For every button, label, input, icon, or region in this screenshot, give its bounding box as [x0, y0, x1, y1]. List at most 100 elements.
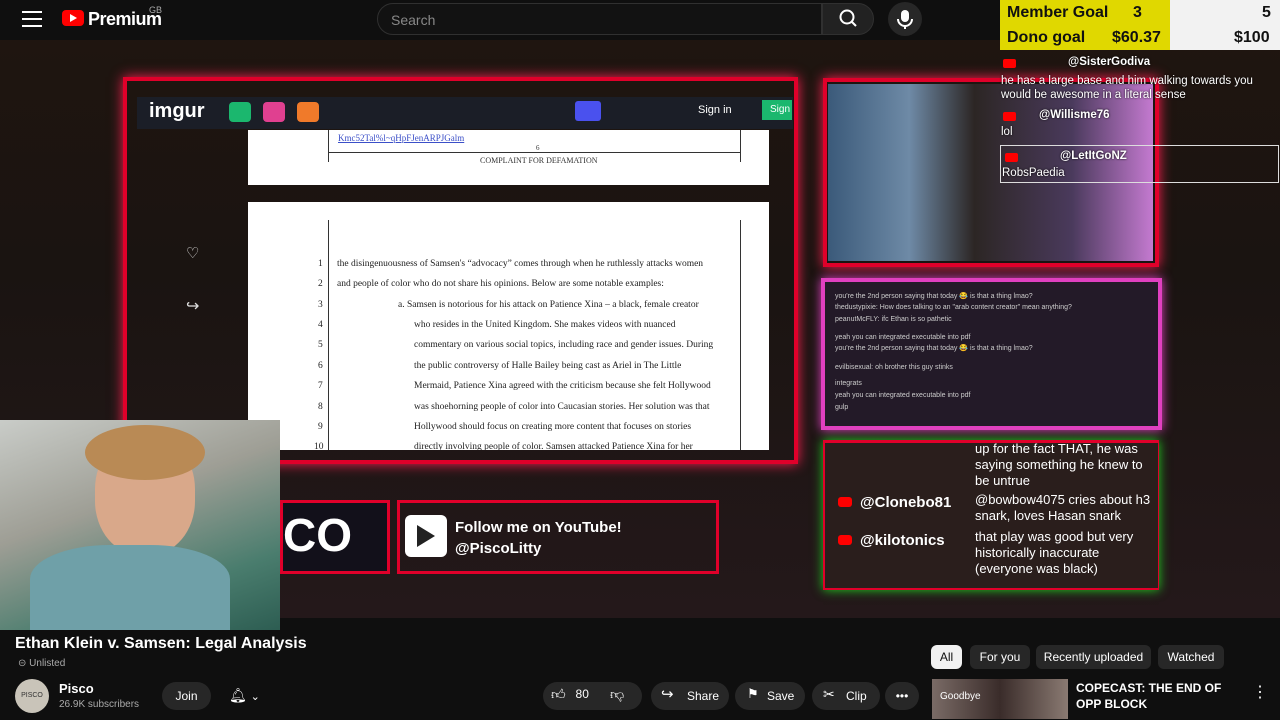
search-placeholder: Search [391, 12, 436, 28]
member-goal-current: 3 [1133, 4, 1142, 21]
clip-button[interactable]: ✂ Clip [812, 682, 880, 710]
chip-all[interactable]: All [931, 645, 962, 669]
chat-user: @kilotonics [860, 532, 945, 549]
imgur-sign-in: Sign in [698, 104, 732, 116]
document-line: a. Samsen is notorious for his attack on… [398, 300, 699, 310]
chat-line: yeah you can integrated executable into … [835, 334, 971, 341]
document-line: who resides in the United Kingdom. She m… [414, 320, 676, 330]
youtube-logo-icon [405, 515, 447, 557]
chip-recently-uploaded[interactable]: Recently uploaded [1036, 645, 1151, 669]
like-button[interactable]: 👍︎ 80 [551, 686, 589, 703]
line-number: 8 [318, 402, 323, 412]
thumb-up-icon: 👍︎ [551, 686, 566, 702]
chip-watched[interactable]: Watched [1158, 645, 1224, 669]
line-number: 4 [318, 320, 323, 330]
dislike-button[interactable]: 👎︎ [610, 686, 624, 703]
subscriber-count: 26.9K subscribers [59, 699, 140, 710]
country-code: GB [149, 5, 163, 15]
microphone-icon [897, 10, 913, 29]
chat-message: that play was good but very historically… [975, 529, 1134, 576]
share-icon: ↪ [661, 686, 674, 703]
more-icon: ••• [895, 689, 909, 703]
youtube-logo-icon[interactable] [62, 10, 84, 26]
document-line: Mermaid, Patience Xina agreed with the c… [414, 381, 711, 391]
join-button[interactable]: Join [162, 682, 211, 710]
overlay-chat-user: @LetItGoNZ [1060, 150, 1127, 162]
document-line: and people of color who do not share his… [337, 279, 664, 289]
overlay-chat-message: he has a large base and him walking towa… [1001, 75, 1253, 101]
goal-remaining: 5 $100 [1170, 0, 1280, 50]
recommended-thumbnail[interactable]: Goodbye [932, 679, 1068, 719]
line-number: 5 [318, 340, 323, 350]
menu-icon[interactable] [22, 11, 42, 27]
chat-line: you're the 2nd person saying that today … [835, 293, 1033, 300]
chat-line: gulp [835, 404, 849, 411]
save-button[interactable]: ⚑ Save [735, 682, 805, 710]
bookmark-icon: ⚑ [747, 686, 759, 701]
more-button[interactable]: ••• [885, 682, 919, 710]
chat-line: peanutMcFLY: ifc Ethan is so pathetic [835, 316, 952, 323]
line-number: 7 [318, 381, 323, 391]
clip-label: Clip [846, 689, 867, 703]
overlay-chat-message: lol [1001, 126, 1013, 138]
heart-icon: ♡ [186, 245, 200, 262]
dono-goal-current: $60.37 [1112, 29, 1161, 46]
imgur-sign-up: Sign [762, 100, 792, 120]
line-number: 3 [318, 300, 323, 310]
avatar[interactable]: PISCO [15, 679, 49, 713]
game-icon [297, 102, 319, 122]
chat-line: evilbisexual: oh brother this guy stinks [835, 364, 953, 371]
youtube-icon [1003, 59, 1016, 68]
chat-line: you're the 2nd person saying that today … [835, 345, 1033, 352]
recommended-title[interactable]: COPECAST: THE END OF OPP BLOCK [1076, 680, 1246, 712]
line-number: 1 [318, 259, 323, 269]
member-goal-target: 5 [1262, 4, 1271, 21]
facecam [0, 420, 280, 630]
share-arrow-icon: ↪ [186, 298, 200, 315]
chip-for-you[interactable]: For you [970, 645, 1030, 669]
line-number: 6 [318, 361, 323, 371]
visibility-badge: ⊝ Unlisted [18, 658, 66, 669]
document-page-number: 6 [536, 144, 540, 152]
dono-goal-target: $100 [1234, 29, 1270, 46]
chevron-down-icon: ⌄ [250, 691, 260, 703]
like-count: 80 [575, 687, 589, 701]
top-bar: Premium GB Search [0, 0, 1000, 40]
document-line: directly involving people of color. Sams… [414, 442, 693, 450]
visibility-label: Unlisted [29, 658, 66, 669]
document-line: the public controversy of Halle Bailey b… [414, 361, 682, 371]
youtube-icon [1005, 153, 1018, 162]
document-line: commentary on various social topics, inc… [414, 340, 714, 350]
stream-chat: you're the 2nd person saying that today … [825, 282, 1158, 426]
follow-line-1: Follow me on YouTube! [455, 519, 622, 536]
search-input[interactable]: Search [377, 3, 822, 35]
logo-text: CO [283, 509, 352, 561]
document-page: 1 the disingenuousness of Samsen's “advo… [248, 202, 769, 450]
document-caption: COMPLAINT FOR DEFAMATION [480, 156, 598, 165]
overlay-chat-user: @SisterGodiva [1068, 56, 1151, 68]
youtube-icon [838, 535, 852, 545]
imgur-logo: imgur [149, 100, 205, 122]
thumbnail-text: Goodbye [940, 691, 981, 702]
document-line: was shoehorning people of color into Cau… [414, 402, 710, 412]
video-title: Ethan Klein v. Samsen: Legal Analysis [15, 635, 307, 652]
youtube-icon [838, 497, 852, 507]
line-number: 9 [318, 422, 323, 432]
notification-button[interactable]: 🔔︎ ⌄ [221, 682, 281, 710]
more-vert-icon[interactable]: ⋮ [1252, 682, 1268, 702]
save-label: Save [767, 689, 795, 703]
voice-search-button[interactable] [888, 2, 922, 36]
overlay-chat-message: RobsPaedia [1002, 167, 1065, 179]
chat-line: integrats [835, 380, 862, 387]
document-link: Kmc52Tal%l~qHpFJenARPJGalm [338, 133, 465, 143]
next-arrow-icon [575, 101, 601, 121]
share-button[interactable]: ↪ Share [651, 682, 729, 710]
bell-icon: 🔔︎ [229, 687, 247, 703]
member-goal-label: Member Goal [1007, 4, 1109, 21]
search-button[interactable] [822, 3, 874, 35]
share-label: Share [687, 689, 720, 703]
badge-icon [263, 102, 285, 122]
follow-text: Follow me on YouTube! @PiscoLitty [455, 517, 622, 559]
chat-message: up for the fact THAT, he was saying some… [975, 441, 1143, 488]
channel-name[interactable]: Pisco [59, 681, 94, 696]
